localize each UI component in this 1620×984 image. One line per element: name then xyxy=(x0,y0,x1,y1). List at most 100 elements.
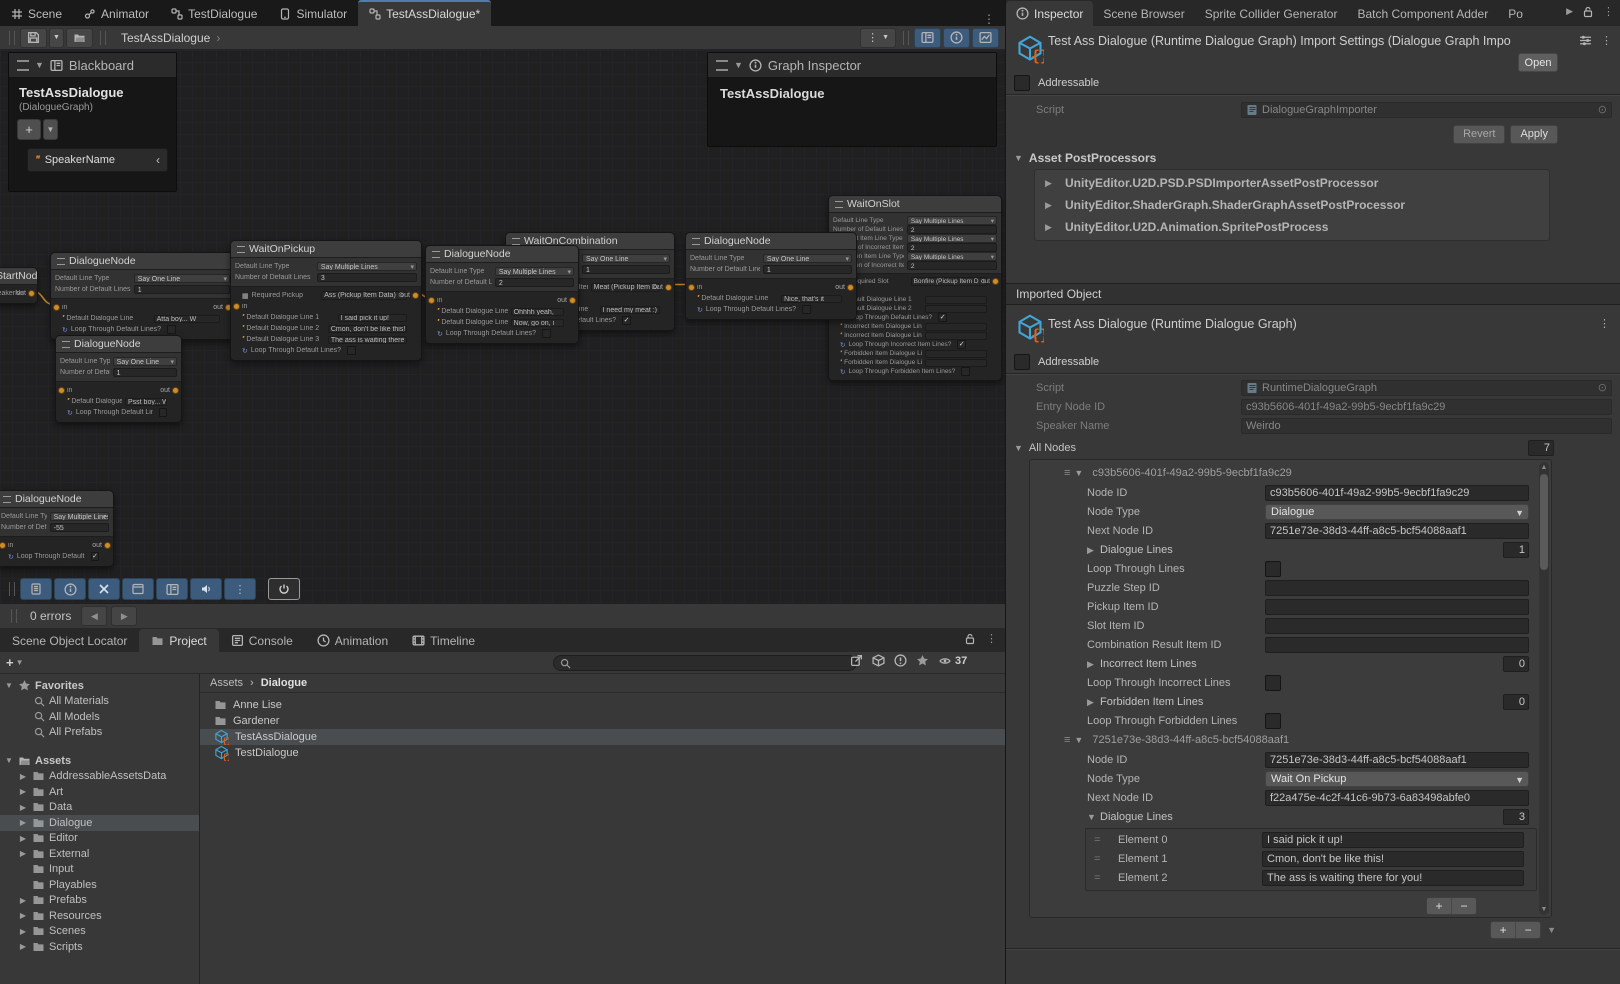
tree-item-all-prefabs[interactable]: All Prefabs xyxy=(0,725,199,741)
foldout-arrow-icon[interactable]: ▶ xyxy=(1087,545,1100,556)
checkbox[interactable] xyxy=(1265,675,1281,691)
drag-handle-icon[interactable]: = xyxy=(1094,853,1100,865)
inspector-tab-po[interactable]: Po xyxy=(1498,1,1533,26)
output-port-icon[interactable] xyxy=(993,279,998,284)
save-button[interactable] xyxy=(20,28,47,48)
file-row-testassdialogue[interactable]: {}TestAssDialogue xyxy=(200,729,1005,745)
checkbox[interactable] xyxy=(347,346,356,355)
line-text-field[interactable] xyxy=(925,359,987,367)
drag-handle-icon[interactable]: ≡ xyxy=(1064,734,1069,746)
tree-folder-art[interactable]: ▶Art xyxy=(0,784,199,800)
property-dropdown[interactable]: Say Multiple Lines▾ xyxy=(907,234,997,243)
property-field[interactable]: 1 xyxy=(113,368,177,377)
property-dropdown[interactable]: Say Multiple Lines▾ xyxy=(907,252,997,261)
toolbar-infocirc-button[interactable] xyxy=(54,578,86,600)
main-tab-simulator[interactable]: Simulator xyxy=(268,1,358,26)
open-graph-button[interactable] xyxy=(66,28,93,48)
checkbox[interactable]: ✓ xyxy=(957,340,966,349)
output-port-icon[interactable] xyxy=(173,388,178,393)
foldout-arrow-icon[interactable]: ▶ xyxy=(1087,697,1100,708)
file-row-anne-lise[interactable]: Anne Lise xyxy=(200,697,1005,713)
graph-node-dialoguenode[interactable]: DialogueNodeDefault Line TypeSay One Lin… xyxy=(50,252,235,340)
blackboard-header[interactable]: ▼ Blackboard xyxy=(9,53,176,78)
property-dropdown[interactable]: Say One Line▾ xyxy=(134,274,230,283)
lock-icon[interactable] xyxy=(1582,6,1594,18)
collapse-arrow-icon[interactable]: ▼ xyxy=(35,60,44,70)
property-field[interactable]: 1 xyxy=(763,265,852,274)
foldout-arrow-icon[interactable]: ▶ xyxy=(1087,659,1100,670)
bottom-tab-project[interactable]: Project xyxy=(139,629,218,652)
inspector-menu-icon[interactable]: ⋮ xyxy=(1603,5,1614,18)
bottom-tab-timeline[interactable]: Timeline xyxy=(400,629,487,652)
create-asset-button[interactable]: + xyxy=(6,655,14,670)
toolbar-grip[interactable] xyxy=(11,609,17,623)
breadcrumb[interactable]: TestAssDialogue › xyxy=(121,31,220,45)
property-dropdown[interactable]: Say Multiple Lines▾ xyxy=(495,267,574,276)
line-text-field[interactable]: Atta boy... W xyxy=(154,315,220,323)
object-field[interactable]: Meat (Pickup Item Data)⊙ xyxy=(591,283,660,292)
window-menu-icon[interactable]: ⋮ xyxy=(973,12,1005,26)
all-nodes-foldout[interactable]: ▼ All Nodes 7 xyxy=(1006,437,1620,459)
tree-item-all-models[interactable]: All Models xyxy=(0,709,199,725)
property-dropdown[interactable]: Say One Line▾ xyxy=(113,357,177,366)
tree-folder-addressableassetsdata[interactable]: ▶AddressableAssetsData xyxy=(0,769,199,785)
input-port-icon[interactable] xyxy=(0,543,5,548)
node-header[interactable]: WaitOnSlot xyxy=(829,196,1001,213)
add-element-button[interactable]: + xyxy=(1491,922,1516,938)
breadcrumb-current[interactable]: Dialogue xyxy=(261,677,307,689)
toolbar-blackboard-button[interactable] xyxy=(156,578,188,600)
tree-folder-scenes[interactable]: ▶Scenes xyxy=(0,924,199,940)
toolbar-kebab-button[interactable]: ⋮ xyxy=(224,578,256,600)
tree-folder-prefabs[interactable]: ▶Prefabs xyxy=(0,893,199,909)
postprocessor-row[interactable]: ▶UnityEditor.U2D.Animation.SpritePostPro… xyxy=(1035,216,1549,238)
foldout-arrow-icon[interactable]: ▼ xyxy=(1074,735,1087,745)
project-file-list[interactable]: Assets › Dialogue Anne LiseGardener{}Tes… xyxy=(200,674,1005,984)
graph-node-dialoguenode[interactable]: DialogueNodeDefault Line TypeSay One Lin… xyxy=(685,232,857,320)
node-header[interactable]: DialogueNode xyxy=(51,253,234,270)
lock-icon[interactable] xyxy=(964,633,976,645)
property-dropdown[interactable]: Say Multiple Lines▾ xyxy=(50,512,109,521)
text-field[interactable]: f22a475e-4c2f-41c6-9b73-6a83498abfe0 xyxy=(1265,790,1529,806)
node-header[interactable]: StartNode xyxy=(0,268,37,285)
bottom-tab-scene-object-locator[interactable]: Scene Object Locator xyxy=(0,629,139,652)
all-nodes-count[interactable]: 7 xyxy=(1528,440,1554,456)
element-text-field[interactable]: The ass is waiting there for you! xyxy=(1262,870,1524,886)
alert-icon[interactable] xyxy=(894,654,907,667)
toolbar-grip[interactable] xyxy=(100,31,106,45)
property-dropdown[interactable]: Say One Line▾ xyxy=(763,254,852,263)
graph-node-startnode[interactable]: StartNodeSpeakerNameout xyxy=(0,267,38,304)
line-text-field[interactable]: Cmon, don't be like this! xyxy=(328,325,407,333)
toggle-blackboard-button[interactable] xyxy=(914,28,941,48)
toolbar-window-button[interactable] xyxy=(122,578,154,600)
create-asset-dropdown-icon[interactable]: ▼ xyxy=(16,658,24,667)
property-dropdown[interactable]: Say One Line▾ xyxy=(582,254,670,263)
input-port-icon[interactable] xyxy=(689,285,694,290)
object-picker-icon[interactable]: ⊙ xyxy=(1598,381,1607,396)
save-dropdown[interactable]: ▼ xyxy=(49,28,64,48)
line-text-field[interactable]: Now, go on, i xyxy=(511,319,564,327)
graph-options-button[interactable]: ⋮▼ xyxy=(860,28,896,48)
asset-postprocessors-foldout[interactable]: ▼ Asset PostProcessors xyxy=(1006,147,1620,169)
toolbar-grip[interactable] xyxy=(9,582,15,596)
tree-folder-editor[interactable]: ▶Editor xyxy=(0,831,199,847)
toolbar-power-button[interactable] xyxy=(268,578,300,600)
toggle-minimap-button[interactable] xyxy=(972,28,999,48)
header-menu-icon[interactable]: ⋮ xyxy=(1601,34,1612,47)
checkbox[interactable] xyxy=(961,367,970,376)
array-size-field[interactable]: 3 xyxy=(1503,809,1529,825)
remove-element-button[interactable]: − xyxy=(1452,898,1476,914)
tree-folder-playables[interactable]: Playables xyxy=(0,877,199,893)
tree-folder-resources[interactable]: ▶Resources xyxy=(0,908,199,924)
tab-scroll-arrow-icon[interactable]: ▶ xyxy=(1566,6,1573,17)
node-header[interactable]: DialogueNode xyxy=(0,491,113,508)
object-field[interactable]: Ass (Pickup Item Data)⊙ xyxy=(321,291,407,300)
file-row-testdialogue[interactable]: {}TestDialogue xyxy=(200,745,1005,761)
input-port-icon[interactable] xyxy=(429,298,434,303)
line-text-field[interactable]: I said pick it up! xyxy=(338,314,407,322)
checkbox[interactable] xyxy=(1265,713,1281,729)
checkbox[interactable] xyxy=(1265,561,1281,577)
project-search-field[interactable] xyxy=(553,655,857,671)
array-size-field[interactable]: 0 xyxy=(1503,656,1529,672)
text-field[interactable]: c93b5606-401f-49a2-99b5-9ecbf1fa9c29 xyxy=(1241,399,1612,415)
inspector-tab-sprite-collider-generator[interactable]: Sprite Collider Generator xyxy=(1195,1,1348,26)
